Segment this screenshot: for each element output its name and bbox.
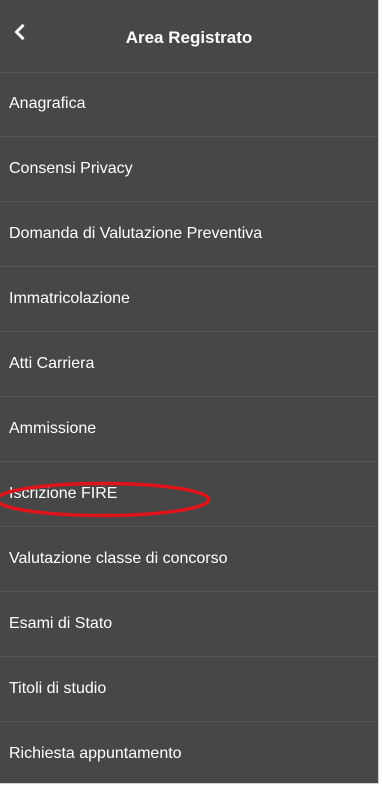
menu-list: Anagrafica Consensi Privacy Domanda di V… [0, 72, 378, 786]
menu-item-anagrafica[interactable]: Anagrafica [0, 72, 378, 137]
menu-item-consensi-privacy[interactable]: Consensi Privacy [0, 137, 378, 202]
menu-item-label: Immatricolazione [9, 290, 130, 307]
menu-item-richiesta-appuntamento[interactable]: Richiesta appuntamento [0, 722, 378, 786]
chevron-left-icon [14, 23, 25, 41]
menu-item-iscrizione-fire[interactable]: Iscrizione FIRE [0, 462, 378, 527]
menu-item-ammissione[interactable]: Ammissione [0, 397, 378, 462]
menu-item-label: Ammissione [9, 420, 97, 437]
menu-item-immatricolazione[interactable]: Immatricolazione [0, 267, 378, 332]
side-menu-panel: Area Registrato Anagrafica Consensi Priv… [0, 0, 379, 784]
menu-item-label: Atti Carriera [9, 355, 95, 372]
menu-item-label: Esami di Stato [9, 615, 113, 632]
menu-item-atti-carriera[interactable]: Atti Carriera [0, 332, 378, 397]
menu-item-valutazione-classe-di-concorso[interactable]: Valutazione classe di concorso [0, 527, 378, 592]
menu-item-label: Valutazione classe di concorso [9, 550, 228, 567]
back-button[interactable] [8, 20, 32, 44]
menu-item-label: Domanda di Valutazione Preventiva [9, 225, 263, 242]
menu-item-label: Iscrizione FIRE [9, 485, 118, 502]
menu-item-label: Consensi Privacy [9, 160, 133, 177]
menu-item-domanda-valutazione-preventiva[interactable]: Domanda di Valutazione Preventiva [0, 202, 378, 267]
menu-header: Area Registrato [0, 0, 378, 73]
menu-title: Area Registrato [125, 28, 253, 47]
menu-item-esami-di-stato[interactable]: Esami di Stato [0, 592, 378, 657]
menu-item-label: Titoli di studio [9, 680, 107, 697]
menu-item-label: Anagrafica [9, 95, 86, 112]
menu-item-titoli-di-studio[interactable]: Titoli di studio [0, 657, 378, 722]
menu-item-label: Richiesta appuntamento [9, 745, 182, 762]
